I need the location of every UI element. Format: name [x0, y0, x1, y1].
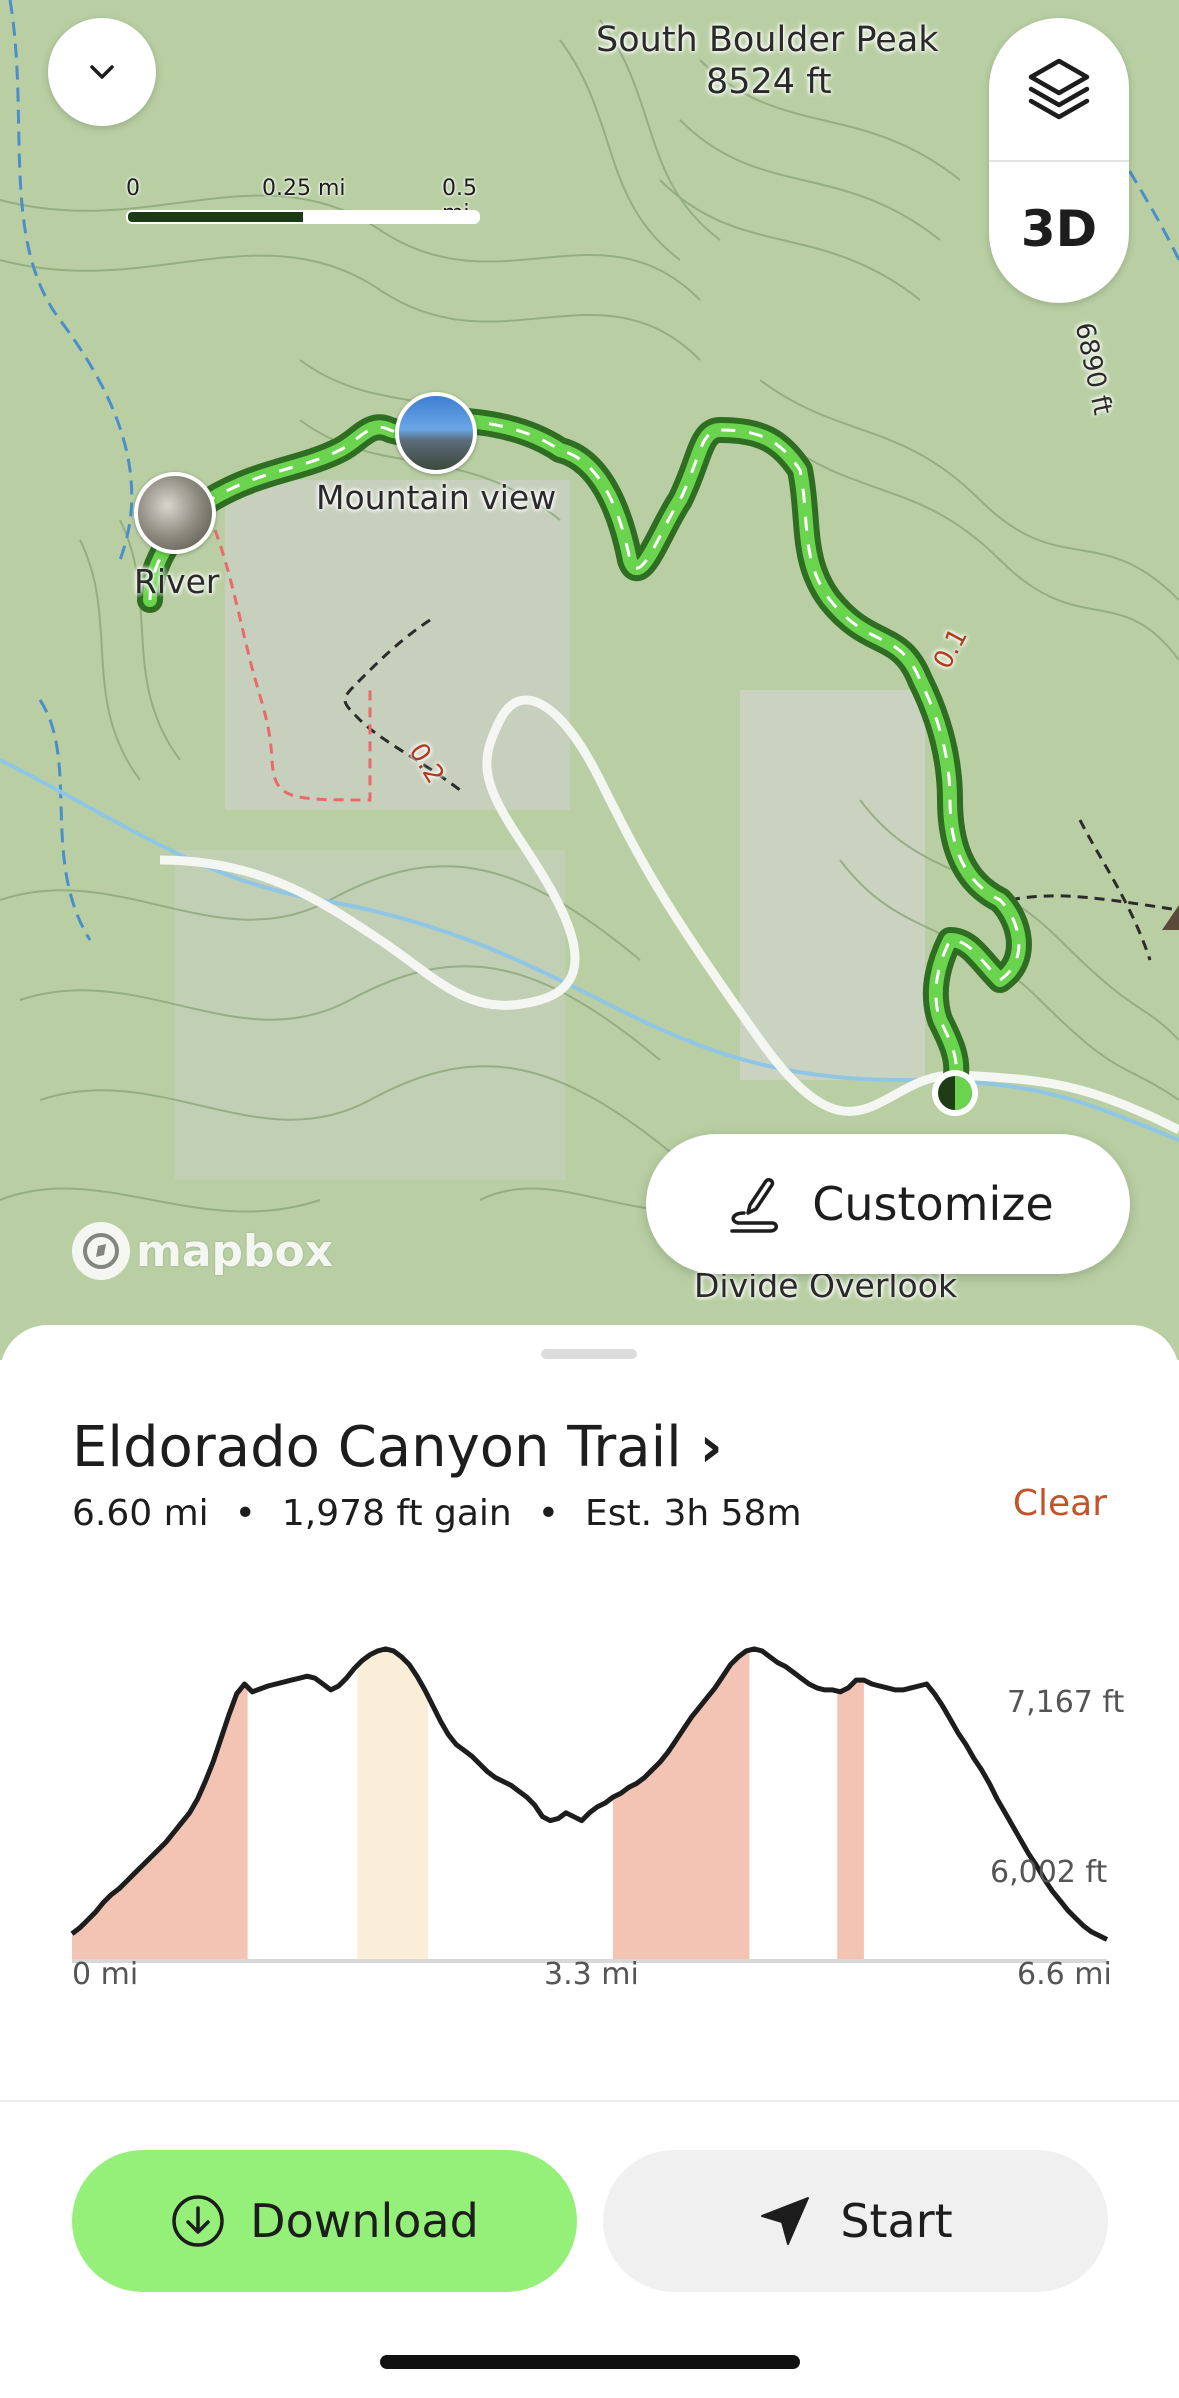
stat-separator: • [538, 1493, 559, 1534]
scale-label: 0 [126, 176, 140, 201]
download-icon [170, 2193, 226, 2249]
y-tick-label: 7,167 ft [1007, 1685, 1124, 1720]
mapbox-attribution[interactable]: mapbox [72, 1222, 333, 1280]
scale-label: 0.25 mi [262, 176, 346, 201]
waypoint-photo-mountain-view[interactable] [395, 392, 477, 474]
download-label: Download [250, 2194, 479, 2248]
chevron-down-icon [82, 52, 122, 92]
x-tick-label: 0 mi [72, 1957, 138, 1992]
map-scale-bar: 0 0.25 mi 0.5 mi [126, 176, 506, 224]
layers-icon [1023, 53, 1095, 125]
peak-elevation-label: 8524 ft [706, 62, 832, 102]
x-tick-label: 3.3 mi [544, 1957, 639, 1992]
grade-band [613, 1650, 749, 1961]
sheet-drag-handle[interactable] [541, 1349, 637, 1359]
trail-title-link[interactable]: Eldorado Canyon Trail › [72, 1415, 723, 1480]
trail-elevation-gain: 1,978 ft gain [282, 1493, 512, 1534]
mapbox-logo-icon [72, 1222, 130, 1280]
elevation-profile-chart[interactable] [0, 1625, 1179, 1965]
mapbox-wordmark: mapbox [136, 1226, 333, 1277]
customize-button[interactable]: Customize [646, 1134, 1130, 1274]
pen-route-icon [722, 1173, 784, 1235]
3d-toggle-button[interactable]: 3D [989, 164, 1129, 294]
x-tick-label: 6.6 mi [1017, 1957, 1112, 1992]
chevron-right-icon: › [700, 1415, 723, 1480]
collapse-map-button[interactable] [48, 18, 156, 126]
layers-button[interactable] [989, 18, 1129, 160]
stat-separator: • [235, 1493, 256, 1534]
trail-map[interactable]: South Boulder Peak 8524 ft 6890 ft Mount… [0, 0, 1179, 1360]
waypoint-photo-river[interactable] [134, 472, 216, 554]
start-label: Start [840, 2194, 952, 2248]
waypoint-label-river: River [134, 562, 220, 601]
home-indicator[interactable] [380, 2355, 800, 2369]
map-controls-stack: 3D [989, 18, 1129, 303]
waypoint-label-mountain-view: Mountain view [316, 478, 556, 517]
grade-band [72, 1684, 248, 1961]
grade-band [357, 1649, 428, 1961]
customize-label: Customize [812, 1177, 1053, 1231]
clear-route-button[interactable]: Clear [1013, 1483, 1107, 1524]
trail-time-estimate: Est. 3h 58m [585, 1493, 802, 1534]
download-button[interactable]: Download [72, 2150, 577, 2292]
peak-name-label: South Boulder Peak [596, 20, 939, 60]
start-button[interactable]: Start [603, 2150, 1108, 2292]
trail-name: Eldorado Canyon Trail [72, 1415, 682, 1480]
trail-stats: 6.60 mi • 1,978 ft gain • Est. 3h 58m [72, 1493, 802, 1534]
navigation-arrow-icon [758, 2194, 812, 2248]
trail-distance: 6.60 mi [72, 1493, 209, 1534]
grade-band [837, 1680, 864, 1961]
y-tick-label: 6,002 ft [990, 1855, 1107, 1890]
trailhead-marker-icon[interactable] [929, 1067, 981, 1119]
